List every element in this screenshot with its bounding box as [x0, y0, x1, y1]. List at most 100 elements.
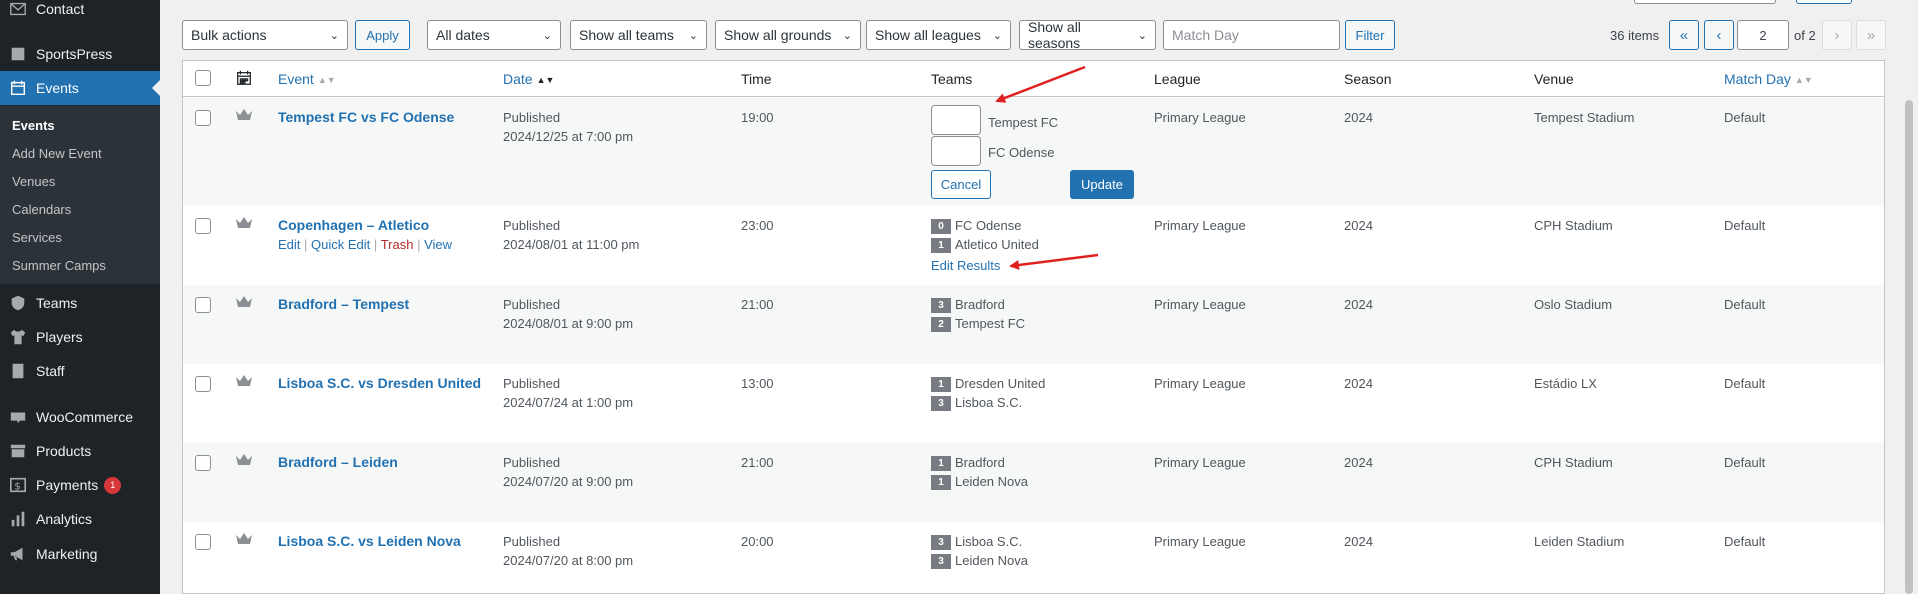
column-date[interactable]: Date ▲▼	[503, 71, 554, 87]
row-checkbox[interactable]	[195, 218, 211, 234]
shirt-icon	[0, 328, 36, 346]
event-title-link[interactable]: Copenhagen – Atletico	[278, 216, 429, 235]
sidebar-item-products[interactable]: Products	[0, 434, 160, 468]
column-time: Time	[741, 71, 772, 87]
event-status: Published	[503, 297, 561, 312]
sidebar-item-analytics[interactable]: Analytics	[0, 502, 160, 536]
first-page-button[interactable]: «	[1669, 20, 1699, 50]
column-match-day-label: Match Day	[1724, 71, 1791, 87]
sidebar-item-payments[interactable]: $ Payments 1	[0, 468, 160, 502]
event-league: Primary League	[1154, 455, 1246, 470]
team-result: 1 Dresden United	[931, 374, 1045, 393]
sidebar-item-sportspress[interactable]: SportsPress	[0, 37, 160, 71]
row-checkbox[interactable]	[195, 110, 211, 126]
event-title-link[interactable]: Tempest FC vs FC Odense	[278, 108, 454, 127]
crown-icon	[235, 108, 253, 125]
event-time: 19:00	[741, 110, 774, 125]
submenu-venues[interactable]: Venues	[12, 174, 55, 189]
team2-name: FC Odense	[988, 145, 1055, 160]
team1-score-input[interactable]	[931, 105, 981, 135]
event-league: Primary League	[1154, 218, 1246, 233]
row-checkbox[interactable]	[195, 455, 211, 471]
event-league: Primary League	[1154, 376, 1246, 391]
submenu-services[interactable]: Services	[12, 230, 62, 245]
team2-score-input[interactable]	[931, 136, 981, 166]
vertical-scrollbar[interactable]	[1900, 0, 1918, 594]
cancel-button[interactable]: Cancel	[931, 170, 991, 199]
column-league: League	[1154, 71, 1201, 87]
dates-select[interactable]: All dates ⌄	[427, 20, 561, 50]
sidebar-item-woocommerce[interactable]: WooCommerce	[0, 400, 160, 434]
sidebar-item-staff[interactable]: Staff	[0, 354, 160, 388]
score-badge: 1	[931, 238, 951, 253]
sportspress-icon	[0, 45, 36, 63]
column-teams: Teams	[931, 71, 973, 87]
quick-edit-link[interactable]: Quick Edit	[311, 237, 370, 252]
submenu-events[interactable]: Events	[12, 118, 55, 133]
event-venue: CPH Stadium	[1534, 218, 1613, 233]
event-title-link[interactable]: Bradford – Leiden	[278, 453, 398, 472]
dates-value: All dates	[436, 27, 490, 43]
megaphone-icon	[0, 545, 36, 563]
score-badge: 1	[931, 456, 951, 471]
woo-icon	[0, 408, 36, 426]
event-title-link[interactable]: Lisboa S.C. vs Dresden United	[278, 374, 481, 393]
column-event[interactable]: Event ▲▼	[278, 71, 336, 87]
select-all-checkbox[interactable]	[195, 70, 211, 86]
update-button[interactable]: Update	[1070, 170, 1134, 199]
apply-button[interactable]: Apply	[355, 20, 410, 50]
team-result: 1 Leiden Nova	[931, 472, 1028, 491]
crown-icon	[235, 532, 253, 549]
submenu-calendars[interactable]: Calendars	[12, 202, 71, 217]
event-match-day: Default	[1724, 218, 1766, 233]
crown-icon	[235, 295, 253, 312]
team-name: Bradford	[955, 297, 1005, 312]
sidebar-item-contact[interactable]: Contact	[0, 0, 160, 26]
row-checkbox[interactable]	[195, 534, 211, 550]
team-result: 3 Leiden Nova	[931, 551, 1028, 570]
prev-page-button[interactable]: ‹	[1704, 20, 1734, 50]
table-row: Bradford – Tempest Published 2024/08/01 …	[183, 285, 1884, 364]
crown-icon	[235, 216, 253, 233]
event-title-link[interactable]: Bradford – Tempest	[278, 295, 409, 314]
current-page-input[interactable]: 2	[1737, 20, 1789, 50]
sidebar-item-teams[interactable]: Teams	[0, 286, 160, 320]
event-date: 2024/07/24 at 1:00 pm	[503, 395, 634, 410]
submenu-add-new-event[interactable]: Add New Event	[12, 146, 102, 161]
search-box-stub[interactable]	[1634, 0, 1776, 4]
row-checkbox[interactable]	[195, 376, 211, 392]
edit-results-link[interactable]: Edit Results	[931, 256, 1000, 275]
scrollbar-thumb[interactable]	[1905, 100, 1913, 594]
sidebar-item-marketing[interactable]: Marketing	[0, 537, 160, 571]
sidebar-item-events[interactable]: Events	[0, 71, 160, 105]
event-time: 20:00	[741, 534, 774, 549]
admin-sidebar: Contact SportsPress Events Events Add Ne…	[0, 0, 160, 594]
event-status: Published	[503, 376, 561, 391]
search-button-stub[interactable]	[1796, 0, 1852, 4]
event-time: 21:00	[741, 455, 774, 470]
trash-link[interactable]: Trash	[381, 237, 414, 252]
event-season: 2024	[1344, 218, 1373, 233]
team-result: 1 Bradford	[931, 453, 1005, 472]
leagues-select[interactable]: Show all leagues ⌄	[866, 20, 1011, 50]
submenu-summer-camps[interactable]: Summer Camps	[12, 258, 106, 273]
event-title-link[interactable]: Lisboa S.C. vs Leiden Nova	[278, 532, 461, 551]
view-link[interactable]: View	[424, 237, 452, 252]
sidebar-item-players[interactable]: Players	[0, 320, 160, 354]
row-checkbox[interactable]	[195, 297, 211, 313]
notification-badge: 1	[104, 476, 122, 494]
edit-link[interactable]: Edit	[278, 237, 300, 252]
event-season: 2024	[1344, 376, 1373, 391]
bar-chart-icon	[0, 510, 36, 528]
events-submenu: Events Add New Event Venues Calendars Se…	[0, 106, 160, 284]
seasons-select[interactable]: Show all seasons ⌄	[1019, 19, 1156, 51]
column-date-label: Date	[503, 71, 533, 87]
column-match-day[interactable]: Match Day ▲▼	[1724, 71, 1813, 87]
separator: |	[304, 237, 308, 252]
match-day-input[interactable]: Match Day	[1163, 20, 1340, 50]
bulk-actions-select[interactable]: Bulk actions ⌄	[182, 20, 348, 50]
filter-button[interactable]: Filter	[1345, 20, 1395, 50]
teams-select[interactable]: Show all teams ⌄	[570, 20, 707, 50]
sidebar-item-label: Events	[36, 80, 79, 96]
grounds-select[interactable]: Show all grounds ⌄	[715, 20, 861, 50]
